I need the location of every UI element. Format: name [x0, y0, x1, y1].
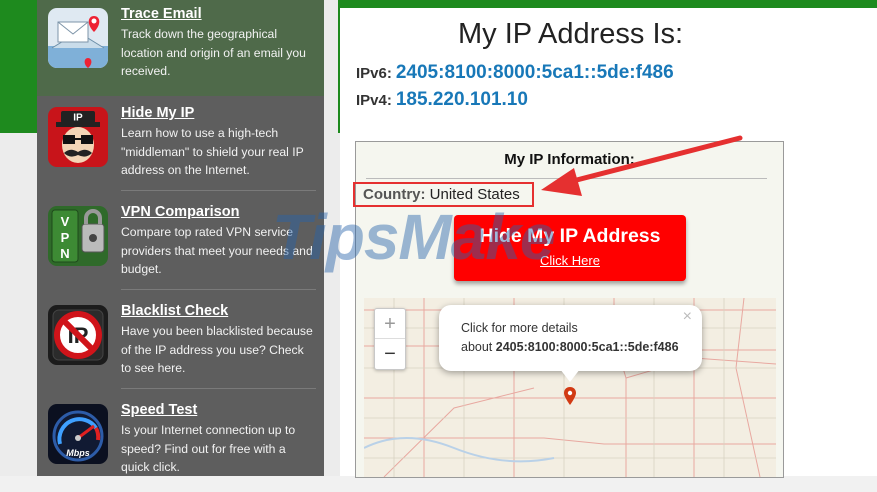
annotation-arrow-icon [541, 135, 743, 196]
